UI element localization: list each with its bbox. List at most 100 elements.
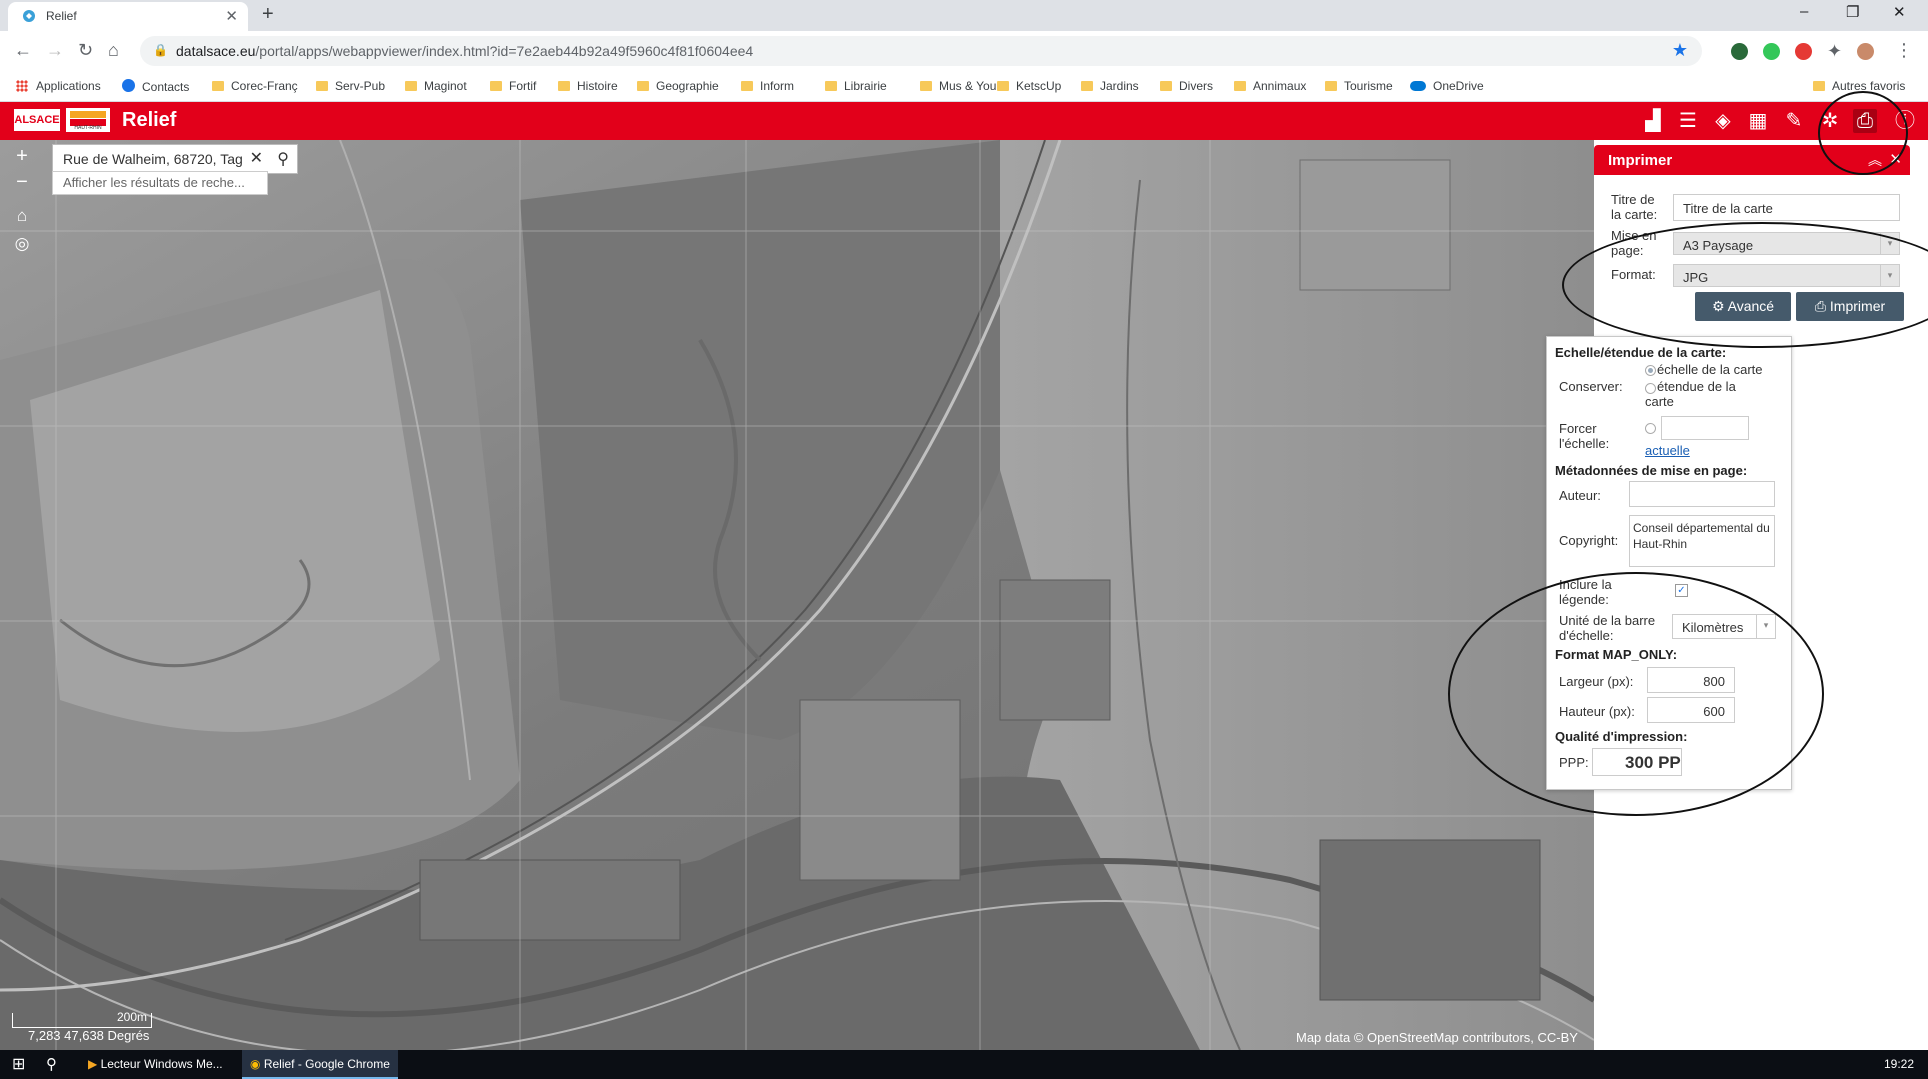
annotation-ellipse-options [1448, 572, 1824, 816]
folder-icon [997, 81, 1009, 91]
adblock-icon[interactable] [1795, 43, 1812, 60]
relief-map-image [0, 140, 1594, 1050]
bookmark-folder[interactable]: Annimaux [1234, 79, 1306, 93]
contacts-icon [122, 79, 135, 92]
force-scale-radio[interactable] [1645, 423, 1656, 434]
measure-icon[interactable]: ✎ [1782, 109, 1806, 133]
keep-scale-radio[interactable] [1645, 365, 1656, 376]
taskbar-clock: 19:22 [1883, 1057, 1914, 1071]
search-icon[interactable]: ⚲ [46, 1050, 57, 1079]
back-icon[interactable]: ← [14, 40, 32, 61]
metadata-section-title: Métadonnées de mise en page: [1555, 463, 1748, 478]
new-tab-button[interactable]: + [262, 3, 274, 26]
bookmark-folder[interactable]: Corec-Franç [212, 79, 298, 93]
folder-icon [1234, 81, 1246, 91]
copyright-label: Copyright: [1559, 533, 1619, 548]
taskbar-chrome[interactable]: ◉ Relief - Google Chrome [242, 1050, 398, 1079]
bookmark-folder[interactable]: Geographie [637, 79, 719, 93]
author-field[interactable] [1629, 481, 1775, 507]
bookmark-folder[interactable]: Librairie [825, 79, 887, 93]
url-text: datalsace.eu/portal/apps/webappviewer/in… [176, 43, 754, 59]
folder-icon [637, 81, 649, 91]
extensions-puzzle-icon[interactable]: ✦ [1827, 41, 1842, 62]
search-input[interactable]: Rue de Walheim, 68720, Tagolsheim ✕ ⚲ [52, 144, 298, 174]
extension-globe-icon[interactable] [1731, 43, 1748, 60]
reload-icon[interactable]: ↻ [78, 40, 93, 61]
scale-bar: 200m [12, 1010, 152, 1028]
folder-icon [558, 81, 570, 91]
folder-icon [490, 81, 502, 91]
home-icon[interactable]: ⌂ [108, 40, 119, 61]
bookmark-folder[interactable]: Maginot [405, 79, 467, 93]
folder-icon [212, 81, 224, 91]
bookmark-folder[interactable]: Mus & You [920, 79, 996, 93]
bookmark-folder[interactable]: Serv-Pub [316, 79, 385, 93]
bookmark-folder[interactable]: Inform [741, 79, 794, 93]
folder-icon [825, 81, 837, 91]
address-bar[interactable]: 🔒 datalsace.eu/portal/apps/webappviewer/… [140, 36, 1702, 66]
taskbar-media-player[interactable]: ▶ Lecteur Windows Me... [80, 1050, 242, 1079]
map-title-field[interactable]: Titre de la carte [1673, 194, 1900, 221]
bookmark-onedrive[interactable]: OneDrive [1410, 79, 1484, 93]
folder-icon [405, 81, 417, 91]
zoom-out-button[interactable]: − [9, 170, 35, 194]
map-attribution: Map data © OpenStreetMap contributors, C… [1296, 1030, 1578, 1045]
bookmark-folder[interactable]: Divers [1160, 79, 1213, 93]
tab-close-icon[interactable]: ✕ [225, 7, 238, 25]
lock-icon: 🔒 [153, 43, 168, 57]
tab-title: Relief [46, 9, 77, 23]
extension-green-icon[interactable] [1763, 43, 1780, 60]
app-title: Relief [122, 109, 177, 131]
print-panel-title: Imprimer [1608, 152, 1673, 169]
home-extent-button[interactable]: ⌂ [9, 204, 35, 228]
folder-icon [1813, 81, 1825, 91]
folder-icon [1160, 81, 1172, 91]
bookmark-star-icon[interactable]: ★ [1672, 40, 1688, 61]
force-scale-field[interactable] [1661, 416, 1749, 440]
bookmark-folder[interactable]: Histoire [558, 79, 618, 93]
bookmark-contacts[interactable]: Contacts [122, 79, 189, 94]
chrome-menu-icon[interactable]: ⋮ [1895, 40, 1913, 61]
bookmarks-bar: Applications Contacts Corec-Franç Serv-P… [0, 71, 1928, 102]
list-icon[interactable]: ☰ [1676, 109, 1700, 133]
layers-icon[interactable]: ◈ [1711, 109, 1735, 133]
site-favicon-icon [23, 10, 35, 22]
minimize-button[interactable]: – [1800, 3, 1808, 20]
locate-button[interactable]: ◎ [9, 232, 35, 256]
browser-toolbar: ← → ↻ ⌂ 🔒 datalsace.eu/portal/apps/webap… [0, 31, 1928, 71]
bookmark-folder[interactable]: KetscUp [997, 79, 1061, 93]
scale-label: 200m [116, 1010, 147, 1024]
folder-icon [316, 81, 328, 91]
force-scale-label: Forcer l'échelle: [1559, 421, 1610, 451]
bookmark-folder[interactable]: Jardins [1081, 79, 1139, 93]
copyright-field[interactable]: Conseil départemental du Haut-Rhin [1629, 515, 1775, 567]
browser-tab[interactable]: Relief ✕ [8, 2, 248, 31]
app-header: ALSACE HAUT-RHIN Relief ▟ ☰ ◈ ▦ ✎ ✲ ⎙ ⓘ [0, 102, 1928, 140]
search-results-toggle[interactable]: Afficher les résultats de reche... [52, 171, 268, 195]
basemap-icon[interactable]: ▟ [1641, 109, 1665, 133]
bookmark-applications[interactable]: Applications [16, 79, 101, 93]
annotation-circle-print-icon [1818, 91, 1908, 175]
forward-icon[interactable]: → [46, 40, 64, 61]
windows-start-icon[interactable]: ⊞ [12, 1050, 25, 1079]
bookmark-folder[interactable]: Fortif [490, 79, 536, 93]
keep-extent-option: étendue de la carte [1645, 379, 1736, 409]
folder-icon [1081, 81, 1093, 91]
author-label: Auteur: [1559, 488, 1601, 503]
close-window-button[interactable]: ✕ [1893, 3, 1906, 21]
search-icon[interactable]: ⚲ [277, 149, 289, 169]
haut-rhin-logo: HAUT-RHIN [66, 108, 110, 132]
zoom-in-button[interactable]: + [9, 144, 35, 168]
maximize-button[interactable]: ❐ [1846, 3, 1859, 21]
clear-search-icon[interactable]: ✕ [250, 148, 263, 168]
folder-icon [920, 81, 932, 91]
profile-avatar[interactable] [1857, 43, 1874, 60]
grid-icon[interactable]: ▦ [1746, 109, 1770, 133]
map-view[interactable]: + − ⌂ ◎ Rue de Walheim, 68720, Tagolshei… [0, 140, 1594, 1050]
browser-tabstrip: Relief ✕ + – ❐ ✕ [0, 0, 1928, 31]
current-scale-link[interactable]: actuelle [1645, 443, 1690, 458]
keep-scale-option: échelle de la carte [1657, 362, 1763, 377]
bookmark-folder[interactable]: Tourisme [1325, 79, 1393, 93]
keep-label: Conserver: [1559, 379, 1623, 394]
scale-section-title: Echelle/étendue de la carte: [1555, 345, 1727, 360]
